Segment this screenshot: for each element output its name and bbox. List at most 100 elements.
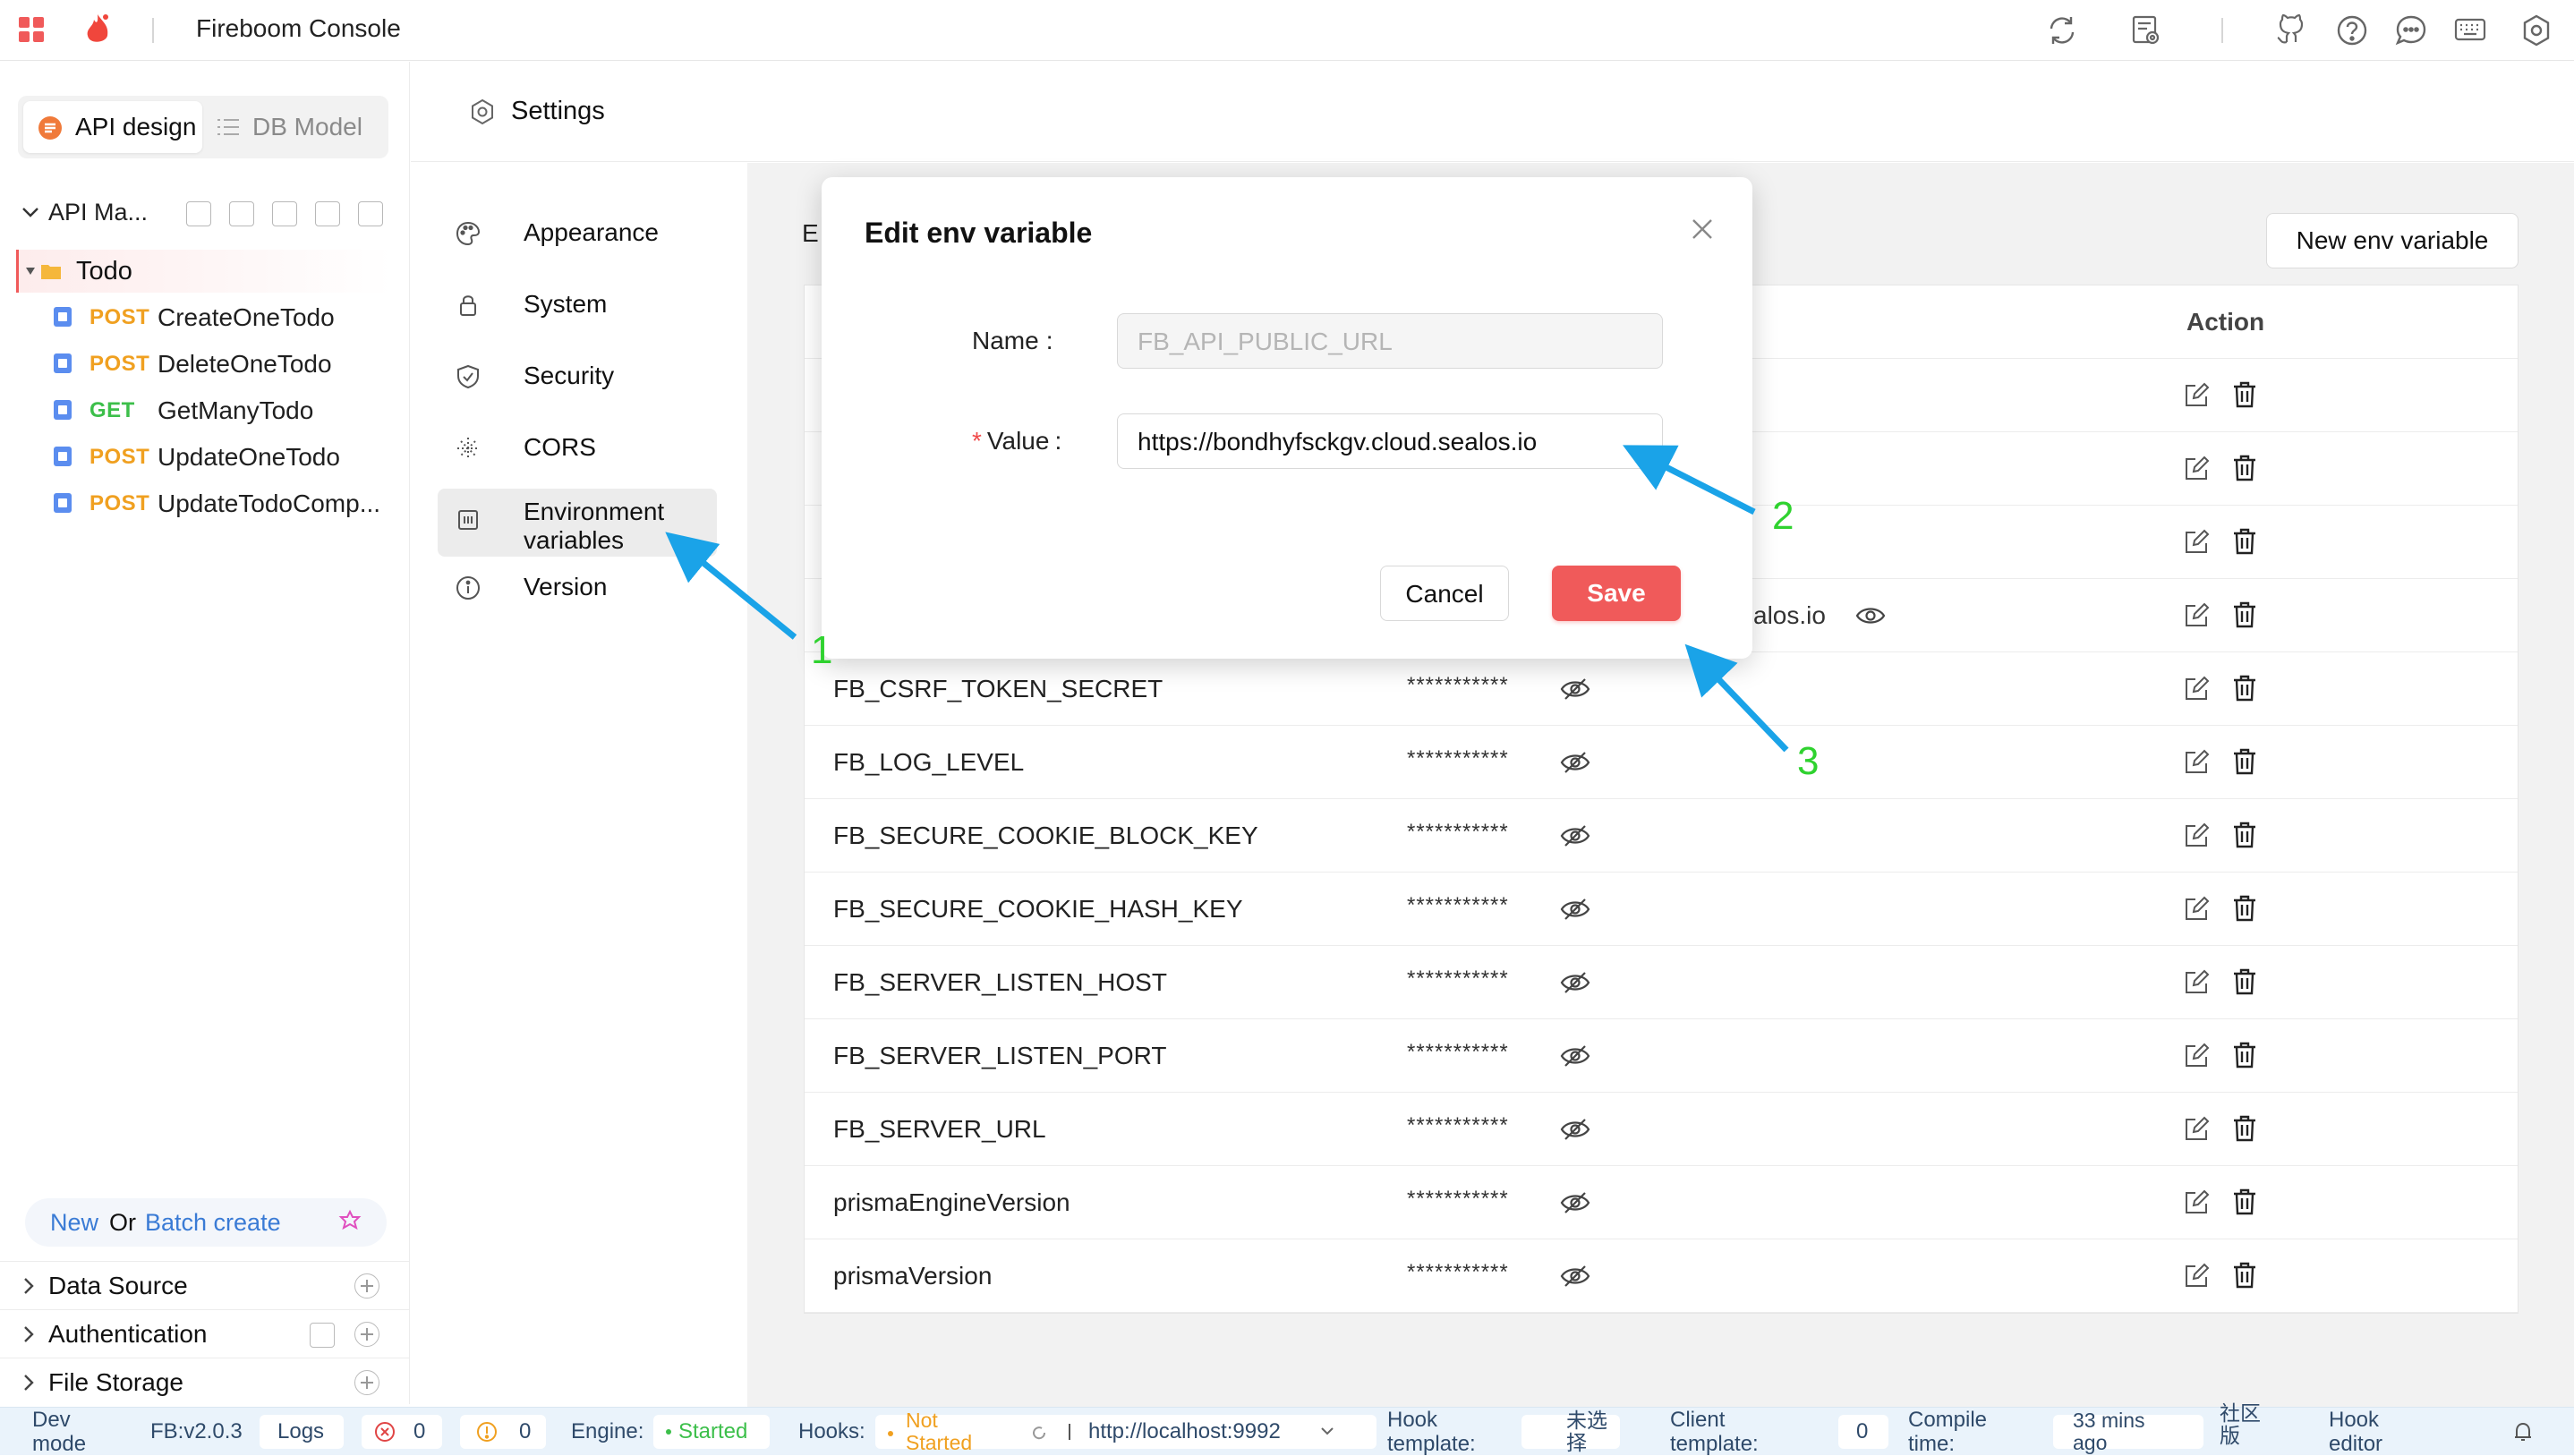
edit-icon[interactable]	[2183, 1263, 2210, 1290]
chat-icon[interactable]	[2393, 13, 2429, 48]
edit-icon[interactable]	[2183, 529, 2210, 556]
nav-security[interactable]: Security	[438, 345, 717, 404]
section-data-source[interactable]: Data Source	[0, 1261, 410, 1309]
delete-icon[interactable]	[2231, 600, 2258, 629]
settings-gear-icon[interactable]	[2519, 13, 2554, 48]
delete-icon[interactable]	[2231, 674, 2258, 702]
view-tool-icon[interactable]	[272, 201, 297, 226]
edit-icon[interactable]	[2183, 1189, 2210, 1216]
api-tree-title: API Ma...	[48, 199, 149, 226]
delete-icon[interactable]	[2231, 527, 2258, 556]
name-label-text: Name	[972, 327, 1039, 354]
edit-icon[interactable]	[2183, 1116, 2210, 1143]
new-api-icon[interactable]	[358, 201, 383, 226]
nav-system[interactable]: System	[438, 274, 717, 333]
hook-template-select[interactable]: 未选择	[1521, 1409, 1620, 1454]
new-env-variable-button[interactable]: New env variable	[2266, 213, 2519, 268]
delete-icon[interactable]	[2231, 894, 2258, 923]
delete-icon[interactable]	[2231, 747, 2258, 776]
api-item[interactable]: POST UpdateTodoComp...	[50, 482, 399, 522]
nav-cors[interactable]: CORS	[438, 417, 717, 476]
add-icon[interactable]	[354, 1370, 379, 1395]
edit-icon[interactable]	[2183, 1043, 2210, 1069]
preview-doc-icon[interactable]	[2128, 13, 2164, 48]
section-authentication[interactable]: Authentication	[0, 1309, 410, 1358]
engine-status[interactable]: Started	[653, 1415, 770, 1449]
nav-version[interactable]: Version	[438, 557, 717, 616]
api-tree-header[interactable]: API Ma...	[0, 192, 410, 235]
name-input[interactable]: FB_API_PUBLIC_URL	[1117, 313, 1663, 369]
client-template-select[interactable]: 0	[1838, 1415, 1888, 1449]
add-icon[interactable]	[354, 1322, 379, 1347]
edit-icon[interactable]	[2183, 602, 2210, 629]
bell-icon[interactable]	[2511, 1420, 2535, 1443]
hooks-status[interactable]: Not Started http://localhost:9992	[875, 1409, 1376, 1454]
user-icon[interactable]	[310, 1323, 335, 1348]
api-item[interactable]: POST CreateOneTodo	[50, 296, 399, 336]
delete-icon[interactable]	[2231, 380, 2258, 409]
env-key: prismaEngineVersion	[833, 1188, 1070, 1216]
api-item[interactable]: GET GetManyTodo	[50, 389, 399, 429]
eye-off-icon[interactable]	[1560, 969, 1590, 996]
env-key: FB_SERVER_URL	[833, 1115, 1046, 1143]
fireboom-logo-icon	[82, 13, 113, 47]
edit-icon[interactable]	[2183, 822, 2210, 849]
edit-icon[interactable]	[2183, 749, 2210, 776]
delete-icon[interactable]	[2231, 1261, 2258, 1290]
eye-icon[interactable]	[1855, 602, 1886, 629]
api-item[interactable]: POST DeleteOneTodo	[50, 343, 399, 382]
logs-button[interactable]: Logs	[260, 1415, 344, 1449]
batch-create-link[interactable]: Batch create	[145, 1209, 281, 1236]
eye-off-icon[interactable]	[1560, 1116, 1590, 1143]
dev-mode[interactable]: Dev mode	[32, 1408, 104, 1456]
edit-icon[interactable]	[2183, 896, 2210, 923]
eye-off-icon[interactable]	[1560, 896, 1590, 923]
help-icon[interactable]	[2334, 13, 2370, 48]
magic-icon[interactable]	[337, 1209, 363, 1236]
eye-off-icon[interactable]	[1560, 1043, 1590, 1069]
refresh-tool-icon[interactable]	[229, 201, 254, 226]
errors-badge[interactable]: 0	[362, 1415, 442, 1449]
delete-icon[interactable]	[2231, 967, 2258, 996]
nav-environment-variables[interactable]: Environment variables	[438, 489, 717, 557]
edit-icon[interactable]	[2183, 676, 2210, 702]
delete-icon[interactable]	[2231, 454, 2258, 482]
filter-tool-icon[interactable]	[186, 201, 211, 226]
warnings-badge[interactable]: 0	[460, 1415, 546, 1449]
new-link[interactable]: New	[50, 1209, 98, 1236]
eye-off-icon[interactable]	[1560, 676, 1590, 702]
refresh-icon[interactable]	[2044, 13, 2080, 48]
eye-off-icon[interactable]	[1560, 1263, 1590, 1290]
edit-icon[interactable]	[2183, 382, 2210, 409]
cancel-button[interactable]: Cancel	[1380, 566, 1509, 621]
delete-icon[interactable]	[2231, 1041, 2258, 1069]
api-file-icon	[54, 493, 72, 513]
api-item[interactable]: POST UpdateOneTodo	[50, 436, 399, 475]
apps-grid-icon[interactable]	[18, 16, 45, 43]
eye-off-icon[interactable]	[1560, 822, 1590, 849]
env-icon	[456, 507, 481, 532]
edit-icon[interactable]	[2183, 456, 2210, 482]
http-method: POST	[89, 352, 150, 376]
value-input[interactable]: https://bondhyfsckgv.cloud.sealos.io	[1117, 413, 1663, 469]
nav-appearance[interactable]: Appearance	[438, 202, 717, 261]
new-folder-icon[interactable]	[315, 201, 340, 226]
community-edition[interactable]: 社区版	[2220, 1402, 2270, 1447]
delete-icon[interactable]	[2231, 1114, 2258, 1143]
api-design-tab[interactable]: API design	[23, 101, 202, 153]
delete-icon[interactable]	[2231, 1188, 2258, 1216]
keyboard-icon[interactable]	[2452, 13, 2488, 48]
delete-icon[interactable]	[2231, 821, 2258, 849]
eye-off-icon[interactable]	[1560, 749, 1590, 776]
github-icon[interactable]	[2273, 13, 2309, 48]
folder-row-todo[interactable]: Todo	[16, 250, 392, 293]
client-template-label: Client template:	[1670, 1408, 1759, 1456]
eye-off-icon[interactable]	[1560, 1189, 1590, 1216]
hook-editor[interactable]: Hook editor	[2329, 1408, 2409, 1456]
section-file-storage[interactable]: File Storage	[0, 1358, 410, 1406]
save-button[interactable]: Save	[1552, 566, 1681, 621]
add-icon[interactable]	[354, 1273, 379, 1298]
close-icon[interactable]	[1686, 213, 1718, 245]
engine-state: Started	[678, 1419, 748, 1443]
edit-icon[interactable]	[2183, 969, 2210, 996]
